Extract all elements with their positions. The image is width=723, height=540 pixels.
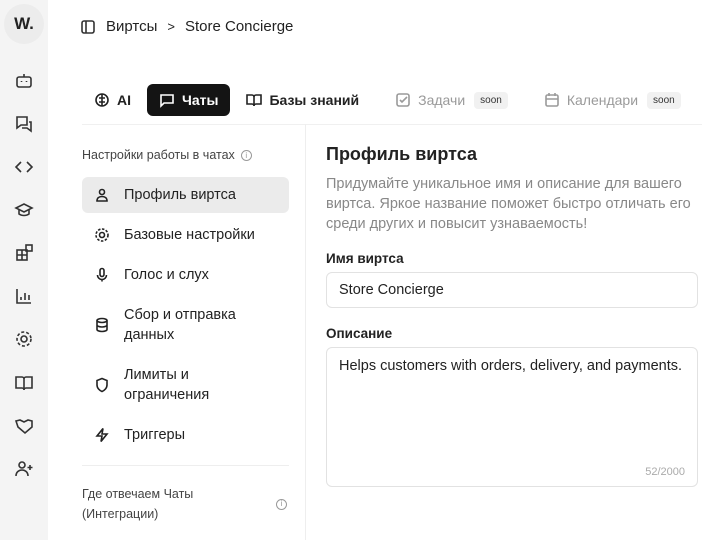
add-user-icon[interactable]: [14, 459, 34, 479]
description-textarea[interactable]: Helps customers with orders, delivery, a…: [326, 347, 698, 487]
profile-section: Профиль виртса Придумайте уникальное имя…: [326, 144, 698, 487]
nav-item-data-collection[interactable]: Сбор и отправка данных: [82, 297, 289, 353]
calendar-icon: [545, 93, 559, 107]
settings-nav: Настройки работы в чатах i Профиль виртса…: [82, 140, 289, 524]
brain-icon: [95, 93, 109, 107]
nav-item-basic-settings[interactable]: Базовые настройки: [82, 217, 289, 253]
tab-ai[interactable]: AI: [84, 84, 141, 116]
shield-icon: [96, 377, 108, 393]
divider: [305, 124, 306, 540]
integrations-icon[interactable]: [14, 243, 34, 263]
lightning-icon: [95, 428, 109, 442]
gear-icon: [95, 228, 109, 242]
description-label: Описание: [326, 326, 393, 341]
code-icon[interactable]: [14, 157, 34, 177]
breadcrumb: Виртсы > Store Concierge: [80, 18, 293, 35]
tab-tasks[interactable]: Задачи soon: [385, 84, 518, 116]
handshake-icon[interactable]: [14, 416, 34, 436]
tab-calendars[interactable]: Календари soon: [534, 84, 691, 116]
divider: [82, 465, 289, 466]
char-counter: 52/2000: [645, 466, 685, 478]
graduation-cap-icon[interactable]: [14, 200, 34, 220]
nav-item-voice[interactable]: Голос и слух: [82, 257, 289, 293]
nav-item-label: Сбор и отправка данных: [124, 307, 236, 343]
nav-item-profile[interactable]: Профиль виртса: [82, 177, 289, 213]
info-icon[interactable]: i: [240, 149, 252, 161]
nav-item-label: Триггеры: [124, 427, 186, 443]
breadcrumb-current: Store Concierge: [184, 18, 294, 35]
nav-item-label: Голос и слух: [124, 267, 209, 283]
tab-label: Задачи: [418, 92, 466, 108]
database-icon: [96, 317, 108, 333]
icon-rail: W.: [0, 0, 48, 540]
nav-item-label: Базовые настройки: [124, 227, 255, 243]
tab-label: Чаты: [182, 92, 219, 108]
tab-label: AI: [117, 92, 131, 108]
breadcrumb-parent[interactable]: Виртсы: [106, 18, 157, 35]
name-label: Имя виртса: [326, 251, 404, 266]
description-text: Helps customers with orders, delivery, a…: [339, 358, 683, 374]
divider: [82, 124, 702, 125]
logo[interactable]: W.: [4, 4, 44, 44]
tab-label: Базы знаний: [269, 92, 360, 108]
integrations-heading-text: Где отвечаем Чаты (Интеграции): [82, 487, 194, 521]
settings-heading-text: Настройки работы в чатах: [82, 148, 235, 162]
tab-chats[interactable]: Чаты: [147, 84, 231, 116]
tabs: AI Чаты Базы знаний Задачи soon Календари…: [84, 84, 697, 116]
settings-icon[interactable]: [14, 329, 34, 349]
checkbox-icon: [396, 93, 410, 107]
book-open-icon: [246, 94, 263, 107]
tab-knowledge-bases[interactable]: Базы знаний: [236, 84, 369, 116]
chats-icon[interactable]: [14, 114, 34, 134]
soon-badge: soon: [474, 91, 508, 109]
nav-item-triggers[interactable]: Триггеры: [82, 417, 289, 453]
nav-item-limits[interactable]: Лимиты и ограничения: [82, 357, 289, 413]
soon-badge: soon: [647, 91, 681, 109]
info-icon[interactable]: i: [276, 498, 287, 510]
microphone-icon: [96, 267, 108, 282]
analytics-icon[interactable]: [14, 286, 34, 306]
book-icon[interactable]: [14, 373, 34, 393]
section-description: Придумайте уникальное имя и описание для…: [326, 176, 691, 232]
user-icon: [96, 188, 108, 202]
nav-item-label: Лимиты и ограничения: [124, 367, 210, 403]
chat-icon: [160, 94, 174, 108]
integrations-heading: Где отвечаем Чаты (Интеграции) i: [82, 484, 289, 524]
section-title: Профиль виртса: [326, 144, 477, 164]
nav-item-label: Профиль виртса: [124, 187, 236, 203]
bot-icon[interactable]: [14, 71, 34, 91]
name-input[interactable]: Store Concierge: [326, 272, 698, 308]
tab-label: Календари: [566, 92, 639, 108]
sidebar-toggle-icon[interactable]: [80, 19, 96, 35]
settings-heading: Настройки работы в чатах i: [82, 140, 289, 170]
chevron-right-icon: >: [167, 19, 175, 34]
